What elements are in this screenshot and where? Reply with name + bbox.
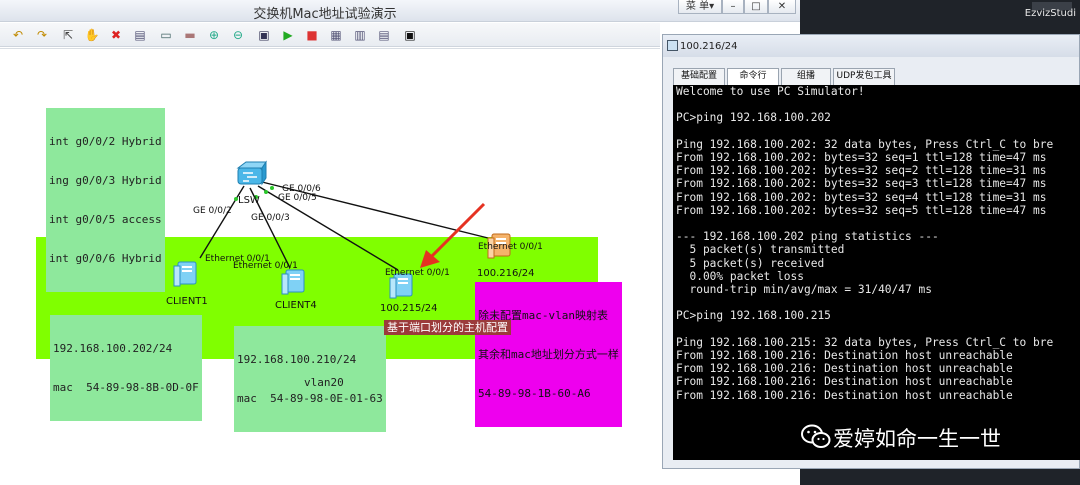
wechat-icon <box>801 424 831 448</box>
annotation-arrow <box>420 202 486 268</box>
client4-ip: 192.168.100.210/24 <box>237 353 357 366</box>
pc-window-titlebar: 100.216/24 <box>663 35 1079 57</box>
host-name-215[interactable]: 100.215/24 <box>380 303 437 314</box>
client1-mac: mac 54-89-98-8B-0D-0F <box>53 381 199 394</box>
port-based-note[interactable]: 基于端口划分的主机配置 <box>384 320 511 335</box>
host-name-client4[interactable]: CLIENT4 <box>275 300 317 311</box>
close-button[interactable]: ✕ <box>768 0 796 14</box>
vlan-label[interactable]: vlan20 <box>301 375 347 390</box>
host-name-216[interactable]: 100.216/24 <box>477 268 534 279</box>
minimize-button[interactable]: – <box>722 0 744 14</box>
port-label-ge006: GE 0/0/6 <box>282 184 321 194</box>
port-config-line: int g0/0/6 Hybrid <box>49 252 162 265</box>
port-config-line: int g0/0/2 Hybrid <box>49 135 162 148</box>
maximize-button[interactable]: □ <box>744 0 768 14</box>
command-console[interactable]: Welcome to use PC Simulator! PC>ping 192… <box>673 85 1080 460</box>
watermark-text: 爱婷如命一生一世 <box>833 427 1001 451</box>
client4-mac: mac 54-89-98-0E-01-63 <box>237 392 383 405</box>
host-port-label: Ethernet 0/0/1 <box>233 261 298 271</box>
desktop-app-label[interactable]: EzvizStudi <box>1025 8 1076 19</box>
port-label-ge005: GE 0/0/5 <box>278 193 317 203</box>
port-config-note[interactable]: int g0/0/2 Hybrid ing g0/0/3 Hybrid int … <box>46 108 165 292</box>
pc-icon-client4 <box>281 269 305 295</box>
pc-simulator-window[interactable]: 100.216/24 基础配置 命令行 组播 UDP发包工具 Welcome t… <box>662 34 1080 469</box>
port-label-ge002: GE 0/0/2 <box>193 206 232 216</box>
port-label-ge003: GE 0/0/3 <box>251 213 290 223</box>
switch-label[interactable]: LSW <box>238 195 260 206</box>
tab-basic-config[interactable]: 基础配置 <box>673 68 725 85</box>
menu-button[interactable]: 菜 单▾ <box>678 0 722 14</box>
screen: EzvizStudi 交换机Mac地址试验演示 菜 单▾ – □ ✕ ↶ ↷ ⇱… <box>0 0 1080 485</box>
switch-icon <box>236 160 267 186</box>
pc-window-icon <box>667 40 678 51</box>
unmapped-note-line: 54-89-98-1B-60-A6 <box>478 387 591 400</box>
tab-udp-tool[interactable]: UDP发包工具 <box>833 68 895 85</box>
client1-ip: 192.168.100.202/24 <box>53 342 173 355</box>
host-port-label: Ethernet 0/0/1 <box>385 268 450 278</box>
tab-multicast[interactable]: 组播 <box>781 68 831 85</box>
host-port-label: Ethernet 0/0/1 <box>478 242 543 252</box>
port-config-line: ing g0/0/3 Hybrid <box>49 174 162 187</box>
tab-command-line[interactable]: 命令行 <box>727 68 779 86</box>
pc-window-title: 100.216/24 <box>680 41 738 52</box>
pc-icon-client1 <box>173 261 197 287</box>
client1-info-note[interactable]: 192.168.100.202/24 mac 54-89-98-8B-0D-0F <box>50 315 202 421</box>
port-config-line: int g0/0/5 access <box>49 213 162 226</box>
host-name-client1[interactable]: CLIENT1 <box>166 296 208 307</box>
unmapped-note-line: 其余和mac地址划分方式一样 <box>478 348 619 361</box>
unmapped-host-note[interactable]: 除未配置mac-vlan映射表 其余和mac地址划分方式一样 54-89-98-… <box>475 282 622 427</box>
console-output: Welcome to use PC Simulator! PC>ping 192… <box>676 85 1054 402</box>
